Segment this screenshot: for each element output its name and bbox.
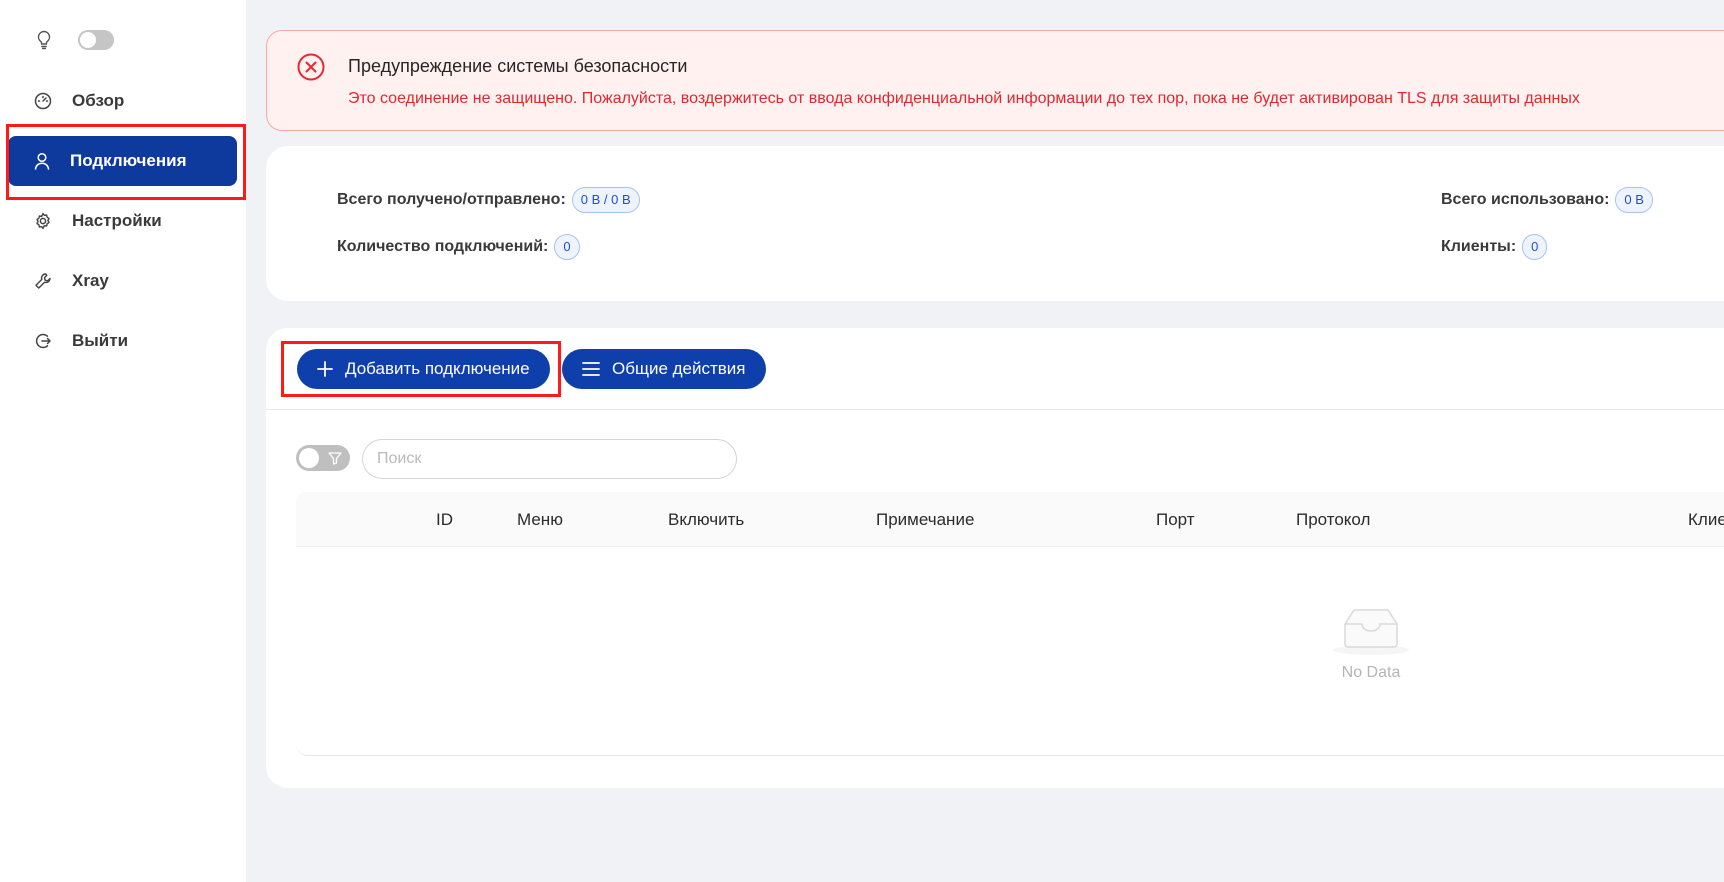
column-header-menu[interactable]: Меню [517, 510, 563, 530]
stat-label: Клиенты: [1441, 238, 1517, 255]
column-header-id[interactable]: ID [436, 510, 453, 530]
gear-icon [34, 212, 52, 230]
table-header: ID Меню Включить Примечание Порт Протоко… [296, 492, 1724, 547]
stat-value-tag: 0 [1522, 234, 1548, 260]
add-connection-button[interactable]: Добавить подключение [297, 349, 550, 389]
inbounds-table: ID Меню Включить Примечание Порт Протоко… [296, 492, 1724, 756]
stat-total-traffic: Всего получено/отправлено: 0 B / 0 B [337, 187, 640, 213]
sidebar-item-settings[interactable]: Настройки [8, 196, 237, 246]
stat-label: Всего получено/отправлено: [337, 191, 566, 208]
sidebar: Обзор Подключения Настройки Xray Выйти [0, 0, 246, 882]
general-actions-label: Общие действия [612, 359, 746, 378]
theme-row [36, 30, 114, 50]
stat-value-tag: 0 [554, 234, 580, 260]
alert-title: Предупреждение системы безопасности [348, 56, 688, 76]
filter-toggle[interactable] [296, 445, 350, 471]
column-header-protocol[interactable]: Протокол [1296, 510, 1370, 530]
stats-card: Всего получено/отправлено: 0 B / 0 B Кол… [266, 146, 1724, 301]
dashboard-icon [34, 92, 52, 110]
sidebar-item-label: Настройки [72, 211, 162, 230]
empty-state: No Data [1326, 604, 1416, 682]
filter-icon [328, 451, 342, 470]
sidebar-item-label: Подключения [70, 151, 187, 170]
user-icon [34, 152, 50, 170]
sidebar-item-logout[interactable]: Выйти [8, 316, 237, 366]
sidebar-item-overview[interactable]: Обзор [8, 76, 237, 126]
inbounds-card: Добавить подключение Общие действия ID М… [266, 328, 1724, 788]
column-header-port[interactable]: Порт [1156, 510, 1195, 530]
sidebar-item-label: Обзор [72, 91, 125, 110]
column-header-clients[interactable]: Клие [1688, 510, 1724, 530]
stat-value-tag: 0 B [1615, 187, 1653, 213]
add-connection-label: Добавить подключение [345, 359, 530, 378]
stat-total-used: Всего использовано: 0 B [1441, 187, 1653, 213]
sidebar-item-label: Выйти [72, 331, 129, 350]
logout-icon [34, 332, 52, 350]
stat-label: Количество подключений: [337, 238, 549, 255]
alert-description: Это соединение не защищено. Пожалуйста, … [348, 90, 1580, 107]
stat-clients: Клиенты: 0 [1441, 234, 1548, 260]
column-header-enable[interactable]: Включить [668, 510, 744, 530]
sidebar-item-xray[interactable]: Xray [8, 256, 237, 306]
stat-value-tag: 0 B / 0 B [571, 187, 640, 213]
empty-inbox-icon [1326, 604, 1416, 656]
column-header-remark[interactable]: Примечание [876, 510, 974, 530]
sidebar-item-label: Xray [72, 271, 109, 290]
security-alert: Предупреждение системы безопасности Это … [266, 30, 1724, 131]
search-input[interactable] [362, 439, 737, 479]
general-actions-button[interactable]: Общие действия [562, 349, 766, 389]
toolbar-divider [266, 409, 1724, 410]
wrench-icon [34, 272, 52, 290]
error-circle-icon [297, 53, 325, 81]
empty-state-text: No Data [1341, 664, 1401, 681]
sidebar-item-connections[interactable]: Подключения [8, 136, 237, 186]
stat-label: Всего использовано: [1441, 191, 1610, 208]
lightbulb-icon [36, 30, 52, 50]
stat-connections-count: Количество подключений: 0 [337, 234, 580, 260]
theme-toggle[interactable] [78, 30, 114, 50]
toggle-knob [299, 448, 319, 468]
menu-icon [582, 361, 600, 377]
plus-icon [317, 361, 333, 377]
